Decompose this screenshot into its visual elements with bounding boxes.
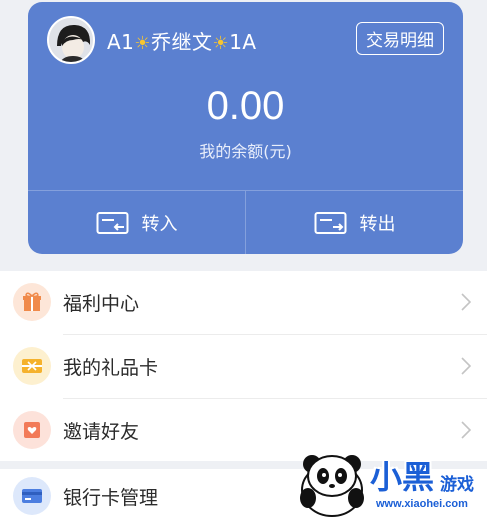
menu-list: 福利中心 我的礼品卡 邀请好友 — [0, 271, 487, 461]
menu-item-label: 我的礼品卡 — [63, 357, 159, 379]
user-name: A1☀乔继文☀1A — [107, 30, 257, 54]
chevron-right-icon — [461, 357, 471, 375]
transfer-in-label: 转入 — [141, 213, 178, 235]
avatar[interactable] — [47, 16, 95, 64]
transfer-out-button[interactable]: 转出 — [246, 191, 463, 254]
watermark-logo: 小黑 游戏 www.xiaohei.com — [292, 446, 487, 518]
watermark-title: 小黑 — [370, 458, 435, 496]
card-in-icon — [96, 211, 128, 234]
menu-item-welfare-center[interactable]: 福利中心 — [0, 271, 487, 334]
sun-icon: ☀ — [212, 33, 230, 54]
card-out-icon — [314, 211, 346, 234]
bank-card-icon — [13, 477, 51, 515]
gift-icon — [13, 283, 51, 321]
watermark-url: www.xiaohei.com — [376, 498, 468, 510]
transfer-out-label: 转出 — [359, 213, 396, 235]
transaction-details-button[interactable]: 交易明细 — [356, 22, 444, 55]
balance-label: 我的余额(元) — [199, 142, 292, 161]
sun-icon: ☀ — [134, 33, 152, 54]
balance-amount: 0.00 — [206, 84, 285, 128]
chevron-right-icon — [461, 293, 471, 311]
transfer-in-button[interactable]: 转入 — [28, 191, 245, 254]
menu-item-label: 邀请好友 — [63, 421, 140, 443]
panda-icon — [300, 455, 364, 517]
menu-item-label: 银行卡管理 — [63, 487, 159, 509]
watermark-subtitle: 游戏 — [440, 475, 474, 495]
chevron-right-icon — [461, 421, 471, 439]
gift-card-icon — [13, 347, 51, 385]
menu-item-gift-card[interactable]: 我的礼品卡 — [0, 335, 487, 398]
invite-icon — [13, 411, 51, 449]
menu-item-label: 福利中心 — [63, 293, 140, 315]
wallet-card: A1☀乔继文☀1A 交易明细 0.00 我的余额(元) 转入 转出 — [28, 2, 463, 254]
